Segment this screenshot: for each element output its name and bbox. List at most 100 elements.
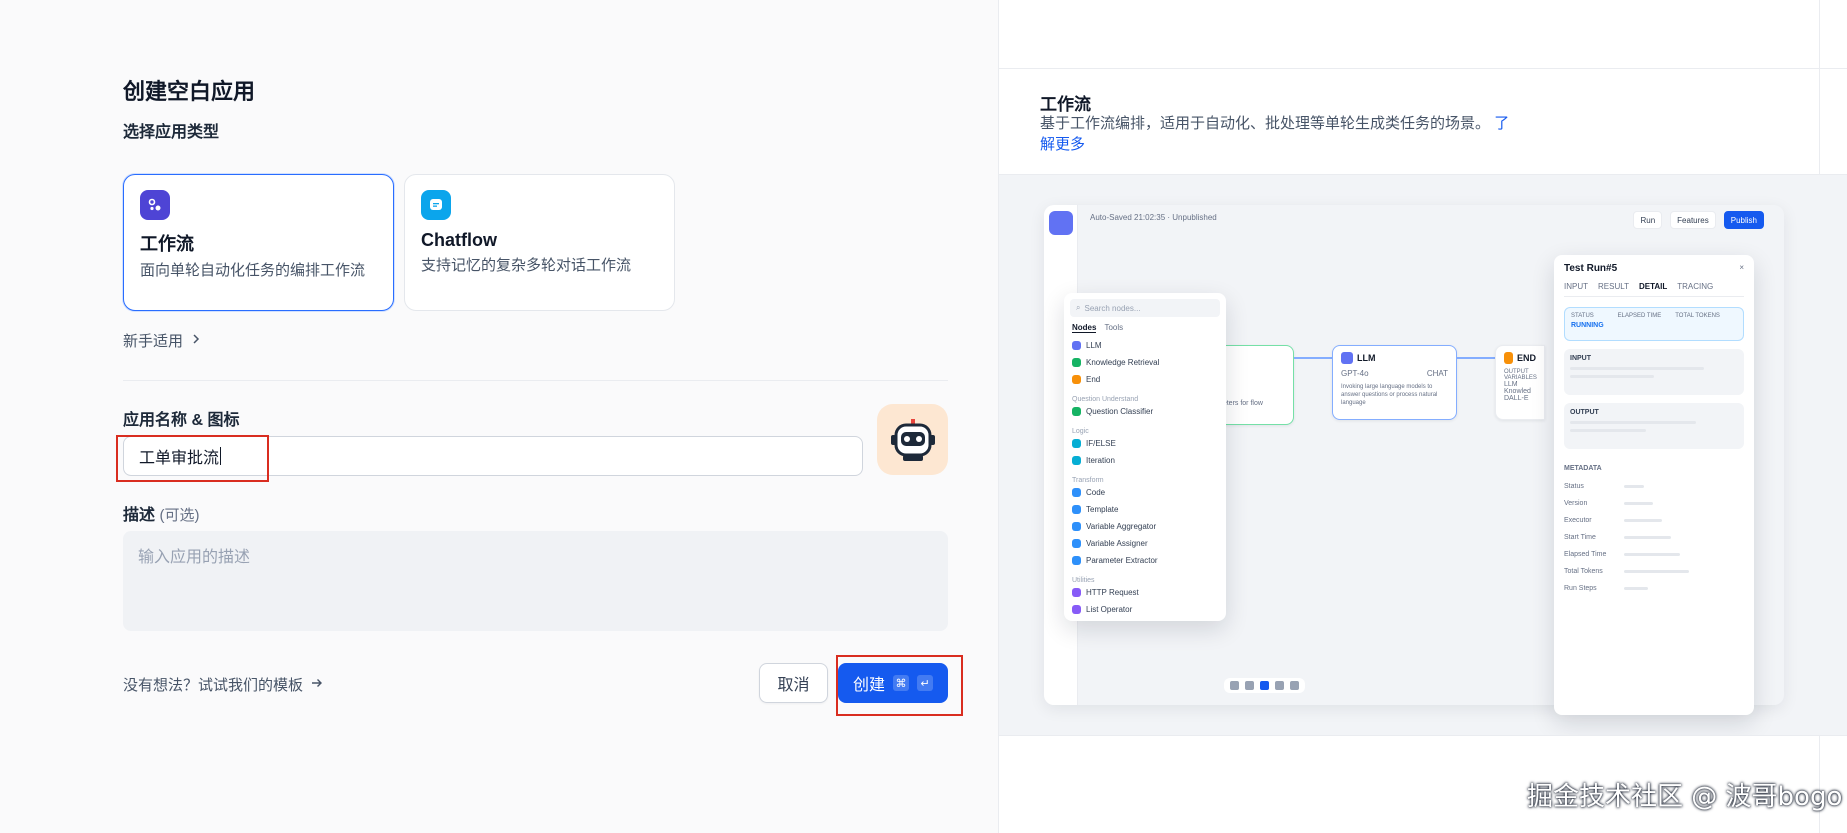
beginner-link[interactable]: 新手适用 [123,330,201,351]
mock-meta-row: Run Steps [1564,580,1744,597]
name-highlight-box [116,435,269,482]
node-type-icon [1072,407,1081,416]
mock-menu-tabs: Nodes Tools [1072,323,1220,333]
skeleton-line [1570,375,1654,378]
mock-workflow-canvas: Auto-Saved 21:02:35 · Unpublished Run Fe… [1044,205,1784,715]
description-textarea[interactable]: 输入应用的描述 [123,531,948,631]
mock-llm-node: LLM GPT-4o CHAT Invoking large language m… [1332,345,1457,420]
optional-hint: (可选) [159,507,200,524]
mock-run-tab: TRACING [1677,282,1714,291]
chevron-right-icon [191,332,201,349]
mock-meta-key: Status [1564,483,1584,490]
mock-meta-row: Version [1564,495,1744,512]
mock-menu-item: Question Classifier [1070,403,1220,420]
arrow-right-icon [311,676,323,693]
app-name-label: 应用名称 & 图标 [123,412,240,429]
mock-run-tab: INPUT [1564,282,1588,291]
mock-llm-title: LLM [1341,352,1448,364]
mock-meta-row: Total Tokens [1564,563,1744,580]
mock-toolbar: Run Features Publish [1633,211,1764,229]
mock-run-button: Run [1633,211,1663,229]
mock-meta-key: Executor [1564,517,1592,524]
mock-tokens-col: TOTAL TOKENS [1675,313,1720,335]
mock-metadata-label: METADATA [1564,465,1602,472]
mock-menu-item: Knowledge Retrieval [1070,354,1220,371]
mock-llm-desc: Invoking large language models to answer… [1341,384,1438,406]
mock-edge [1294,357,1332,359]
skeleton-line [1624,587,1648,590]
mock-menu-group: Transform [1072,477,1104,484]
app-type-card-chatflow[interactable]: Chatflow 支持记忆的复杂多轮对话工作流 [404,174,675,311]
cancel-button[interactable]: 取消 [759,663,828,703]
section-divider [123,380,948,381]
beginner-label: 新手适用 [123,333,184,350]
preview-description-text: 基于工作流编排，适用于自动化、批处理等单轮生成类任务的场景。 [1040,115,1491,132]
mock-menu-item-label: Code [1086,488,1106,497]
mock-end-title: END [1504,352,1536,364]
mock-input-label: INPUT [1570,355,1591,362]
mock-end-output-label: OUTPUT VARIABLES [1504,369,1537,381]
skeleton-line [1624,502,1653,505]
mock-menu-item-label: List Operator [1086,605,1133,614]
mock-run-tabs: INPUT RESULT DETAIL TRACING [1564,282,1744,297]
mock-metadata-list: Status Version Executor Start Time Elapsed T… [1564,478,1744,597]
mock-menu-item: End [1070,371,1220,388]
skeleton-line [1570,429,1646,432]
mock-menu-item: Variable Assigner [1070,535,1220,552]
mock-meta-key: Run Steps [1564,585,1597,592]
mock-meta-key: Elapsed Time [1564,551,1607,558]
mock-publish-button: Publish [1723,211,1764,229]
description-placeholder: 输入应用的描述 [138,549,251,566]
mock-meta-key: Total Tokens [1564,568,1603,575]
chatflow-icon [421,190,451,220]
mock-elapsed-col: ELAPSED TIME [1618,313,1662,335]
node-type-icon [1072,439,1081,448]
mock-status-label: STATUS [1571,313,1594,319]
mock-end-var: Knowled [1504,388,1531,395]
skeleton-line [1570,421,1696,424]
mock-tool-icon [1275,681,1284,690]
mock-node-search: ⌕ Search nodes... [1070,299,1220,317]
mock-menu-item: IF/ELSE [1070,435,1220,452]
mock-menu-item: Template [1070,501,1220,518]
skeleton-line [1624,519,1662,522]
robot-icon [890,418,935,461]
mock-menu-item: Iteration [1070,452,1220,469]
app-type-name: 工作流 [140,234,194,254]
mock-status-col: STATUS RUNNING [1571,313,1604,335]
watermark: 掘金技术社区 @ 波哥bogo [1527,782,1843,812]
mock-add-node-menu: ⌕ Search nodes... Nodes Tools LLM Knowled… [1064,293,1226,621]
node-type-icon [1072,375,1081,384]
mock-status-value: RUNNING [1571,322,1604,329]
mock-menu-item-label: Iteration [1086,456,1115,465]
grid-line [999,68,1847,69]
mock-run-tab: RESULT [1598,282,1629,291]
mock-menu-item-label: End [1086,375,1101,384]
mock-end-var: DALL-E [1504,395,1529,402]
app-type-desc: 支持记忆的复杂多轮对话工作流 [421,257,632,274]
app-type-desc: 面向单轮自动化任务的编排工作流 [140,262,366,279]
page-title: 创建空白应用 [123,79,256,104]
mock-run-header: Test Run#5 × [1564,263,1744,274]
node-type-icon [1072,488,1081,497]
node-type-icon [1072,539,1081,548]
mock-menu-item: LLM [1070,337,1220,354]
llm-icon [1341,352,1353,364]
template-link-label: 没有想法？试试我们的模板 [123,677,304,694]
mock-features-button: Features [1670,211,1716,229]
end-icon [1504,352,1513,364]
mock-llm-model: GPT-4o [1341,369,1369,378]
mock-tool-icon [1290,681,1299,690]
mock-run-tab: DETAIL [1638,282,1668,291]
app-type-card-workflow[interactable]: 工作流 面向单轮自动化任务的编排工作流 [123,174,394,311]
node-type-icon [1072,556,1081,565]
node-type-icon [1072,341,1081,350]
mock-menu-item-label: Template [1086,505,1119,514]
preview-title: 工作流 [1040,95,1091,114]
template-link[interactable]: 没有想法？试试我们的模板 [123,674,323,695]
mock-menu-item-label: Variable Aggregator [1086,522,1157,531]
app-avatar-button[interactable] [877,404,948,475]
node-type-icon [1072,358,1081,367]
description-label: 描述 (可选) [123,501,199,525]
node-type-icon [1072,456,1081,465]
